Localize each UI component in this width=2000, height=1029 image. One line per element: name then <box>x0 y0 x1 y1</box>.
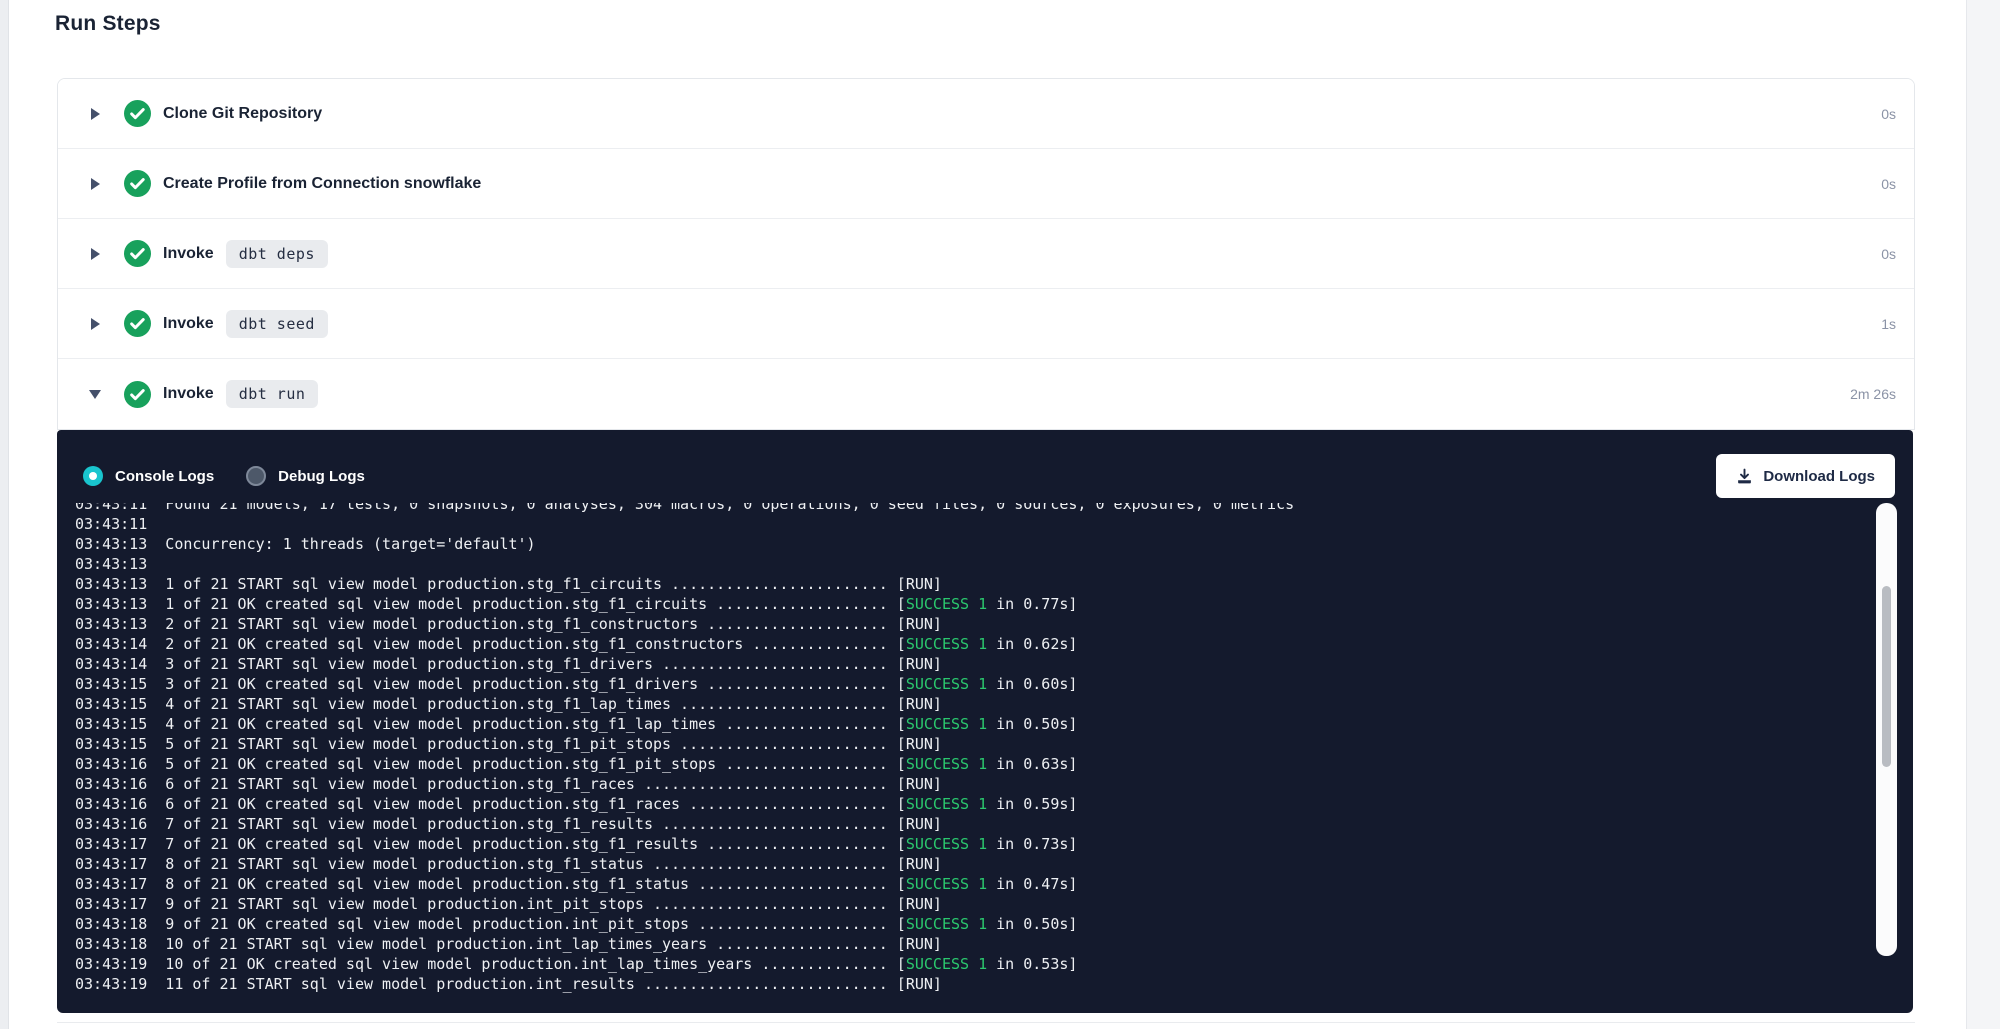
log-line: 03:43:16 6 of 21 START sql view model pr… <box>75 774 1867 794</box>
log-scrollbar-thumb[interactable] <box>1882 586 1891 767</box>
log-line: 03:43:18 9 of 21 OK created sql view mod… <box>75 914 1867 934</box>
chevron-right-icon[interactable] <box>88 248 102 260</box>
step-label: Invoke <box>163 245 214 263</box>
page-left-gutter <box>0 0 9 1029</box>
divider <box>57 1022 1915 1023</box>
chevron-right-icon[interactable] <box>88 178 102 190</box>
run-steps-card: Clone Git Repository 0s Create Profile f… <box>57 78 1915 430</box>
step-duration: 0s <box>1881 106 1896 122</box>
download-logs-button[interactable]: Download Logs <box>1716 454 1895 498</box>
command-badge: dbt seed <box>226 310 328 338</box>
step-row-invoke-dbt-seed[interactable]: Invoke dbt seed 1s <box>58 289 1914 359</box>
step-row-invoke-dbt-deps[interactable]: Invoke dbt deps 0s <box>58 219 1914 289</box>
step-duration: 2m 26s <box>1850 386 1896 402</box>
log-type-radio-group: Console Logs Debug Logs <box>83 466 365 486</box>
log-line: 03:43:17 8 of 21 OK created sql view mod… <box>75 874 1867 894</box>
success-check-icon <box>124 170 151 197</box>
step-duration: 1s <box>1881 316 1896 332</box>
step-label: Invoke <box>163 385 214 403</box>
log-line: 03:43:17 9 of 21 START sql view model pr… <box>75 894 1867 914</box>
success-check-icon <box>124 310 151 337</box>
success-check-icon <box>124 240 151 267</box>
console-logs-radio[interactable]: Console Logs <box>83 466 214 486</box>
command-badge: dbt run <box>226 380 319 408</box>
console-log-lines: 03:43:11 Found 21 models, 17 tests, 0 sn… <box>75 503 1867 994</box>
download-icon <box>1736 468 1753 485</box>
debug-logs-label: Debug Logs <box>278 468 365 485</box>
log-line: 03:43:15 4 of 21 START sql view model pr… <box>75 694 1867 714</box>
log-line: 03:43:15 3 of 21 OK created sql view mod… <box>75 674 1867 694</box>
step-label: Clone Git Repository <box>163 105 322 123</box>
command-badge: dbt deps <box>226 240 328 268</box>
log-line: 03:43:13 Concurrency: 1 threads (target=… <box>75 534 1867 554</box>
log-scrollbar-track[interactable] <box>1876 503 1897 956</box>
log-line: 03:43:18 10 of 21 START sql view model p… <box>75 934 1867 954</box>
chevron-right-icon[interactable] <box>88 318 102 330</box>
log-line: 03:43:15 5 of 21 START sql view model pr… <box>75 734 1867 754</box>
page-right-gutter <box>1966 0 2000 1029</box>
log-line: 03:43:16 6 of 21 OK created sql view mod… <box>75 794 1867 814</box>
log-line: 03:43:16 5 of 21 OK created sql view mod… <box>75 754 1867 774</box>
step-duration: 0s <box>1881 246 1896 262</box>
radio-selected-icon[interactable] <box>83 466 103 486</box>
log-line: 03:43:19 10 of 21 OK created sql view mo… <box>75 954 1867 974</box>
page-title: Run Steps <box>55 12 161 36</box>
log-line: 03:43:17 7 of 21 OK created sql view mod… <box>75 834 1867 854</box>
console-header: Console Logs Debug Logs Download Logs <box>83 454 1895 498</box>
step-row-invoke-dbt-run[interactable]: Invoke dbt run 2m 26s <box>58 359 1914 429</box>
step-row-clone-git-repository[interactable]: Clone Git Repository 0s <box>58 79 1914 149</box>
chevron-right-icon[interactable] <box>88 108 102 120</box>
success-check-icon <box>124 381 151 408</box>
console-log-output: 03:43:11 Found 21 models, 17 tests, 0 sn… <box>75 503 1867 1005</box>
success-check-icon <box>124 100 151 127</box>
log-line: 03:43:19 11 of 21 START sql view model p… <box>75 974 1867 994</box>
console-panel: Console Logs Debug Logs Download Logs <box>57 430 1913 1013</box>
page: Run Steps Clone Git Repository 0s Create… <box>0 0 2000 1029</box>
log-line: 03:43:13 <box>75 554 1867 574</box>
log-line: 03:43:13 1 of 21 OK created sql view mod… <box>75 594 1867 614</box>
debug-logs-radio[interactable]: Debug Logs <box>246 466 365 486</box>
radio-unselected-icon[interactable] <box>246 466 266 486</box>
step-duration: 0s <box>1881 176 1896 192</box>
log-line: 03:43:17 8 of 21 START sql view model pr… <box>75 854 1867 874</box>
log-line: 03:43:11 <box>75 514 1867 534</box>
log-line: 03:43:13 1 of 21 START sql view model pr… <box>75 574 1867 594</box>
log-line: 03:43:15 4 of 21 OK created sql view mod… <box>75 714 1867 734</box>
console-logs-label: Console Logs <box>115 468 214 485</box>
step-row-create-profile[interactable]: Create Profile from Connection snowflake… <box>58 149 1914 219</box>
step-label: Invoke <box>163 315 214 333</box>
step-label: Create Profile from Connection snowflake <box>163 175 481 193</box>
chevron-down-icon[interactable] <box>88 390 102 399</box>
log-line: 03:43:13 2 of 21 START sql view model pr… <box>75 614 1867 634</box>
log-line: 03:43:11 Found 21 models, 17 tests, 0 sn… <box>75 503 1867 514</box>
log-line: 03:43:16 7 of 21 START sql view model pr… <box>75 814 1867 834</box>
download-logs-label: Download Logs <box>1763 468 1875 485</box>
log-line: 03:43:14 2 of 21 OK created sql view mod… <box>75 634 1867 654</box>
log-line: 03:43:14 3 of 21 START sql view model pr… <box>75 654 1867 674</box>
